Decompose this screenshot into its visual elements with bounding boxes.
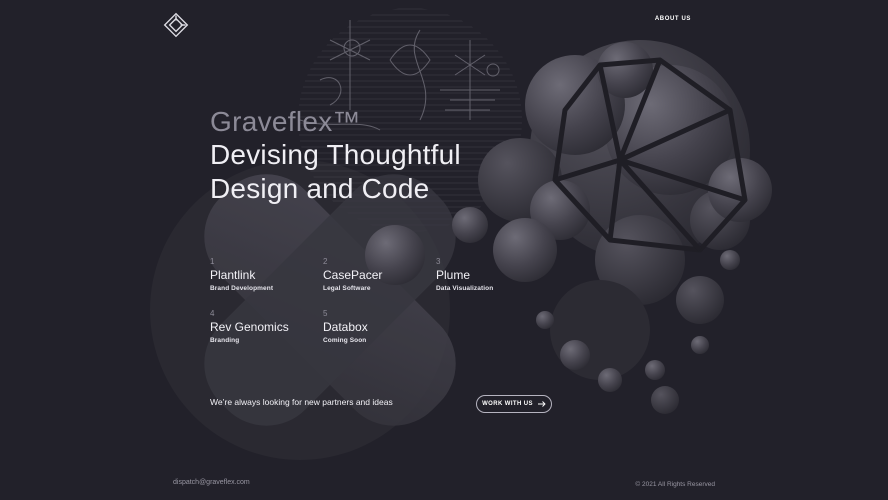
arrow-right-icon bbox=[537, 401, 546, 407]
tagline-line-2: Design and Code bbox=[210, 173, 430, 204]
project-category: Branding bbox=[210, 337, 240, 344]
project-name: Plantlink bbox=[210, 268, 256, 282]
project-number: 1 bbox=[210, 257, 215, 266]
project-name: Rev Genomics bbox=[210, 320, 289, 334]
project-category: Brand Development bbox=[210, 285, 274, 292]
work-with-us-label: WORK WITH US bbox=[482, 401, 533, 407]
project-plume[interactable]: 3 Plume Data Visualization bbox=[436, 257, 493, 292]
hero-heading: Graveflex™ Devising Thoughtful Design an… bbox=[210, 106, 461, 206]
work-with-us-button[interactable]: WORK WITH US bbox=[476, 395, 552, 413]
nav-about-us-link[interactable]: ABOUT US bbox=[655, 16, 691, 22]
project-category: Data Visualization bbox=[436, 285, 494, 292]
project-number: 2 bbox=[323, 257, 328, 266]
tagline-line-1: Devising Thoughtful bbox=[210, 139, 461, 170]
page: ABOUT US Graveflex™ Devising Thoughtful … bbox=[0, 0, 888, 500]
project-category: Legal Software bbox=[323, 285, 371, 292]
project-number: 3 bbox=[436, 257, 441, 266]
brand-name: Graveflex™ bbox=[210, 106, 361, 137]
project-category: Coming Soon bbox=[323, 337, 367, 344]
project-rev-genomics[interactable]: 4 Rev Genomics Branding bbox=[210, 309, 289, 344]
contact-email-link[interactable]: dispatch@graveflex.com bbox=[173, 479, 250, 486]
hero-background-artwork bbox=[150, 8, 772, 460]
project-name: CasePacer bbox=[323, 268, 383, 282]
project-number: 4 bbox=[210, 309, 215, 318]
project-number: 5 bbox=[323, 309, 328, 318]
project-name: Plume bbox=[436, 268, 471, 282]
project-databox[interactable]: 5 Databox Coming Soon bbox=[323, 309, 368, 344]
project-plantlink[interactable]: 1 Plantlink Brand Development bbox=[210, 257, 273, 292]
graveflex-logo-icon[interactable] bbox=[162, 11, 190, 39]
project-casepacer[interactable]: 2 CasePacer Legal Software bbox=[323, 257, 382, 292]
copyright-text: © 2021 All Rights Reserved bbox=[635, 481, 715, 488]
project-name: Databox bbox=[323, 320, 368, 334]
partners-text: We’re always looking for new partners an… bbox=[210, 397, 393, 407]
